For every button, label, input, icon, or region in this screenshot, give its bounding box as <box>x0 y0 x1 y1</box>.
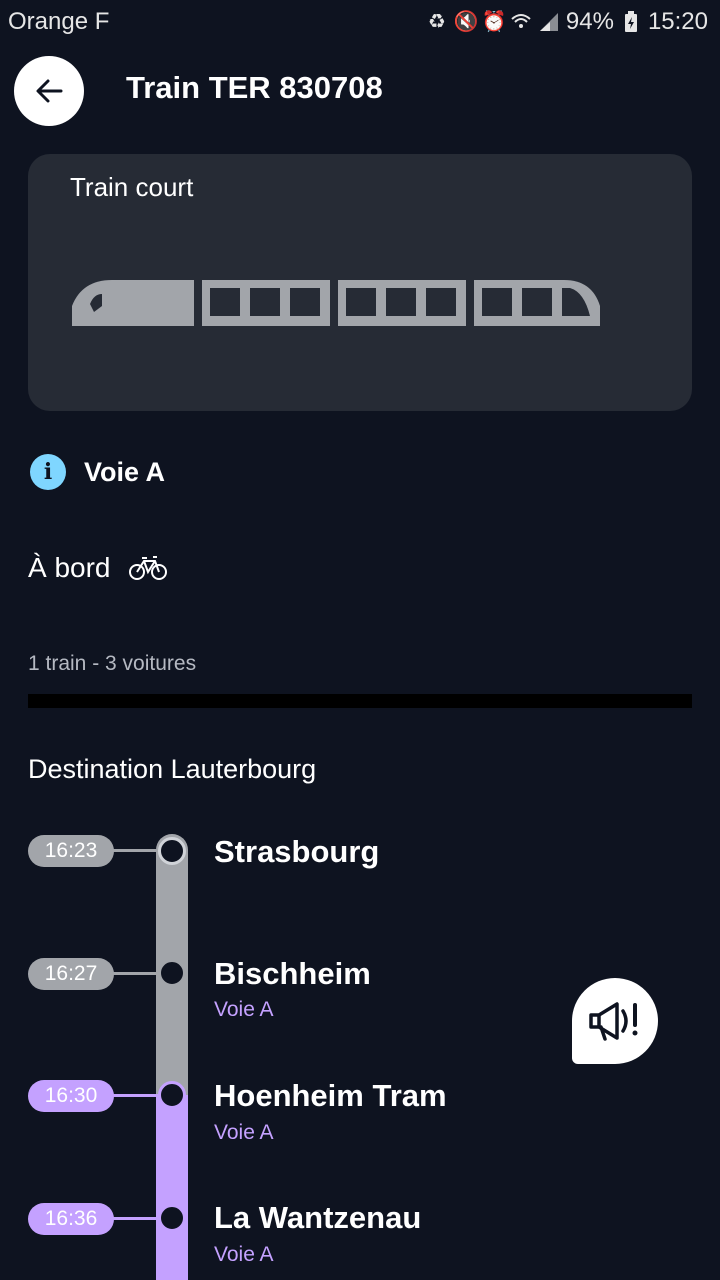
back-button[interactable] <box>14 56 84 126</box>
stop-platform: Voie A <box>214 1121 274 1144</box>
stop-time: 16:27 <box>28 958 114 990</box>
timeline-rail-upcoming <box>156 1095 188 1280</box>
stop-marker <box>158 1204 186 1232</box>
clock: 15:20 <box>647 8 708 35</box>
composition-text: 1 train - 3 voitures <box>28 652 197 675</box>
stop-connector <box>113 849 159 852</box>
status-icons: ♻ 🔇 ⏰ 94% 15:20 <box>426 8 708 36</box>
wifi-icon <box>510 11 532 33</box>
stop-marker <box>158 1081 186 1109</box>
report-button[interactable] <box>572 978 658 1064</box>
destination-heading: Destination Lauterbourg <box>28 754 317 784</box>
info-icon: i <box>30 454 66 490</box>
signal-icon <box>538 11 560 33</box>
onboard-services: À bord <box>28 552 167 584</box>
carrier-label: Orange F <box>8 8 110 35</box>
platform-info: i Voie A <box>30 454 165 490</box>
stop-connector <box>113 1094 159 1097</box>
alarm-icon: ⏰ <box>481 11 507 33</box>
stop-platform: Voie A <box>214 1243 274 1266</box>
battery-percent: 94% <box>565 8 614 35</box>
train-diagram-icon <box>72 280 600 326</box>
onboard-label: À bord <box>28 552 111 583</box>
mute-icon: 🔇 <box>453 11 479 33</box>
status-bar: Orange F ♻ 🔇 ⏰ 94% 15:20 <box>0 0 720 46</box>
stop-connector <box>113 1217 159 1220</box>
stop-platform: Voie A <box>214 998 274 1021</box>
stop-name[interactable]: Hoenheim Tram <box>214 1078 447 1114</box>
stop-name[interactable]: La Wantzenau <box>214 1200 421 1236</box>
stop-time: 16:36 <box>28 1203 114 1235</box>
stop-marker <box>158 959 186 987</box>
megaphone-icon <box>589 1002 638 1041</box>
stop-name[interactable]: Bischheim <box>214 956 371 992</box>
divider <box>28 694 692 708</box>
notification-icon: ♻ <box>427 11 446 33</box>
platform-label: Voie A <box>84 456 166 487</box>
stop-marker <box>158 837 186 865</box>
stop-name[interactable]: Strasbourg <box>214 834 379 870</box>
bicycle-icon <box>128 556 167 580</box>
arrow-left-icon <box>36 79 63 103</box>
battery-icon <box>620 11 642 33</box>
train-composition-card: Train court <box>28 154 692 411</box>
stop-connector <box>113 972 159 975</box>
stop-time: 16:23 <box>28 835 114 867</box>
train-length-label: Train court <box>70 172 194 202</box>
page-title: Train TER 830708 <box>126 70 383 105</box>
stop-time: 16:30 <box>28 1080 114 1112</box>
